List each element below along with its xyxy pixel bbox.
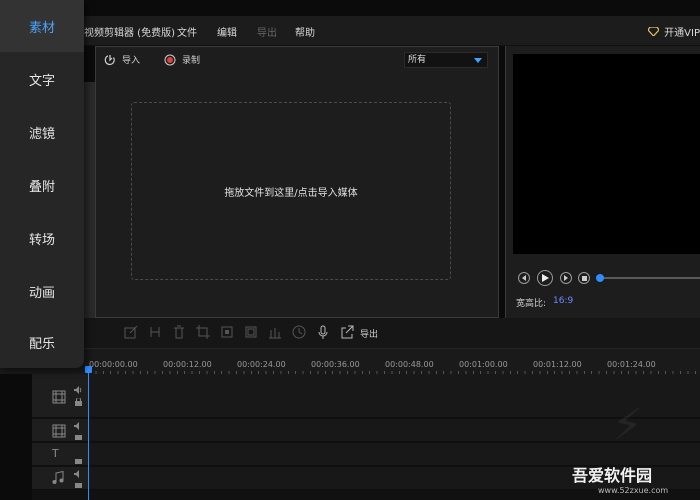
- volume-icon[interactable]: [74, 422, 83, 430]
- menu-help[interactable]: 帮助: [295, 24, 315, 39]
- edit-toolbar: 导出: [0, 318, 700, 348]
- rotate-icon[interactable]: [220, 325, 234, 339]
- playback-progress-handle[interactable]: [596, 274, 604, 282]
- time-tick: 00:00:12.00: [163, 360, 212, 369]
- playhead-line[interactable]: [88, 368, 89, 500]
- delete-icon[interactable]: [172, 325, 186, 339]
- mosaic-icon[interactable]: [244, 325, 258, 339]
- vip-button[interactable]: 开通VIP: [648, 24, 700, 39]
- sidebar-item-label: 转场: [28, 232, 55, 248]
- lock-icon[interactable]: [75, 398, 82, 406]
- text-track-icon: T: [52, 447, 59, 460]
- watermark-url: www.52zxue.com: [598, 486, 669, 495]
- sidebar-item-label: 配乐: [28, 336, 55, 352]
- sidebar-item-music[interactable]: 配乐: [0, 316, 84, 368]
- watermark-brand: 吾爱软件园: [572, 466, 653, 485]
- time-tick: 00:01:24.00: [607, 360, 656, 369]
- menu-bar: 视频剪辑器 (免费版) 文件 编辑 导出 帮助 开通VIP: [0, 16, 700, 46]
- panel-divider: [84, 82, 95, 318]
- stop-button[interactable]: [578, 272, 590, 284]
- lock-icon[interactable]: [75, 432, 82, 440]
- speed-icon[interactable]: [292, 325, 306, 339]
- app-title: 视频剪辑器 (免费版): [84, 28, 175, 39]
- video-track-lane[interactable]: [88, 374, 700, 418]
- lock-icon[interactable]: [75, 480, 82, 488]
- play-icon: [541, 274, 549, 282]
- sidebar: 素材 文字 滤镜 叠附 转场 动画 配乐: [0, 0, 84, 368]
- aspect-ratio-value[interactable]: 16:9: [553, 296, 573, 306]
- sidebar-item-transition[interactable]: 转场: [0, 212, 84, 264]
- import-icon: [104, 54, 115, 65]
- sidebar-item-filter[interactable]: 滤镜: [0, 106, 84, 158]
- record-button[interactable]: 录制: [164, 53, 200, 66]
- vip-label: 开通VIP: [664, 28, 700, 39]
- diamond-icon: [648, 27, 660, 36]
- record-label: 录制: [182, 56, 201, 66]
- stop-icon: [581, 275, 587, 281]
- time-tick: 00:00:36.00: [311, 360, 360, 369]
- video-preview: [513, 54, 700, 254]
- filter-value: 所有: [408, 55, 427, 65]
- time-tick: 00:00:48.00: [385, 360, 434, 369]
- video-track-header: [32, 374, 88, 418]
- sidebar-item-label: 文字: [28, 73, 55, 89]
- timeline-ruler[interactable]: 00:00:00.00 00:00:12.00 00:00:24.00 00:0…: [0, 348, 700, 375]
- playhead-handle[interactable]: [85, 366, 92, 373]
- video-track-icon: [52, 390, 66, 404]
- watermark-logo: ⚡: [612, 400, 643, 451]
- export-icon[interactable]: [340, 325, 354, 339]
- volume-icon[interactable]: [74, 470, 83, 478]
- sidebar-item-label: 叠附: [28, 179, 55, 195]
- menu-edit[interactable]: 编辑: [217, 24, 237, 39]
- time-tick: 00:00:00.00: [89, 360, 138, 369]
- step-back-icon: [522, 275, 526, 281]
- text-track-header: T: [32, 443, 88, 466]
- crop-icon[interactable]: [196, 325, 210, 339]
- edit-icon[interactable]: [124, 325, 138, 339]
- sidebar-item-overlay[interactable]: 叠附: [0, 159, 84, 211]
- menu-export[interactable]: 导出: [257, 24, 277, 39]
- music-note-icon: [52, 471, 64, 484]
- sidebar-item-label: 素材: [28, 20, 55, 36]
- microphone-icon[interactable]: [316, 325, 330, 339]
- music-track-header: [32, 467, 88, 490]
- media-panel: 导入 录制 所有 拖放文件到这里/点击导入媒体: [95, 46, 499, 318]
- import-button[interactable]: 导入: [104, 53, 140, 66]
- media-dropzone[interactable]: 拖放文件到这里/点击导入媒体: [131, 102, 451, 280]
- split-icon[interactable]: [148, 325, 162, 339]
- time-tick: 00:01:00.00: [459, 360, 508, 369]
- playback-progress-track[interactable]: [602, 277, 700, 279]
- sidebar-item-text[interactable]: 文字: [0, 53, 84, 105]
- step-forward-icon: [564, 275, 568, 281]
- film-icon: [52, 424, 66, 438]
- volume-icon[interactable]: [74, 386, 83, 394]
- sidebar-item-label: 滤镜: [28, 126, 55, 142]
- audio-levels-icon[interactable]: [268, 325, 282, 339]
- dropzone-text: 拖放文件到这里/点击导入媒体: [224, 187, 358, 199]
- previous-frame-button[interactable]: [518, 272, 530, 284]
- pip-track-lane[interactable]: [88, 419, 700, 442]
- import-label: 导入: [122, 56, 141, 66]
- time-tick: 00:00:24.00: [237, 360, 286, 369]
- next-frame-button[interactable]: [560, 272, 572, 284]
- play-button[interactable]: [537, 270, 553, 286]
- pip-track-header: [32, 419, 88, 442]
- menu-file[interactable]: 文件: [177, 24, 197, 39]
- preview-panel: 宽高比: 16:9: [505, 46, 700, 318]
- media-filter-select[interactable]: 所有: [404, 52, 488, 68]
- chevron-down-icon: [474, 58, 482, 63]
- sidebar-item-label: 动画: [28, 285, 55, 301]
- sidebar-item-animation[interactable]: 动画: [0, 265, 84, 317]
- record-icon: [164, 54, 176, 65]
- sidebar-item-material[interactable]: 素材: [0, 0, 84, 52]
- export-button-label[interactable]: 导出: [360, 327, 378, 340]
- lock-icon[interactable]: [75, 456, 82, 464]
- aspect-ratio-label: 宽高比:: [516, 299, 547, 309]
- time-tick: 00:01:12.00: [533, 360, 582, 369]
